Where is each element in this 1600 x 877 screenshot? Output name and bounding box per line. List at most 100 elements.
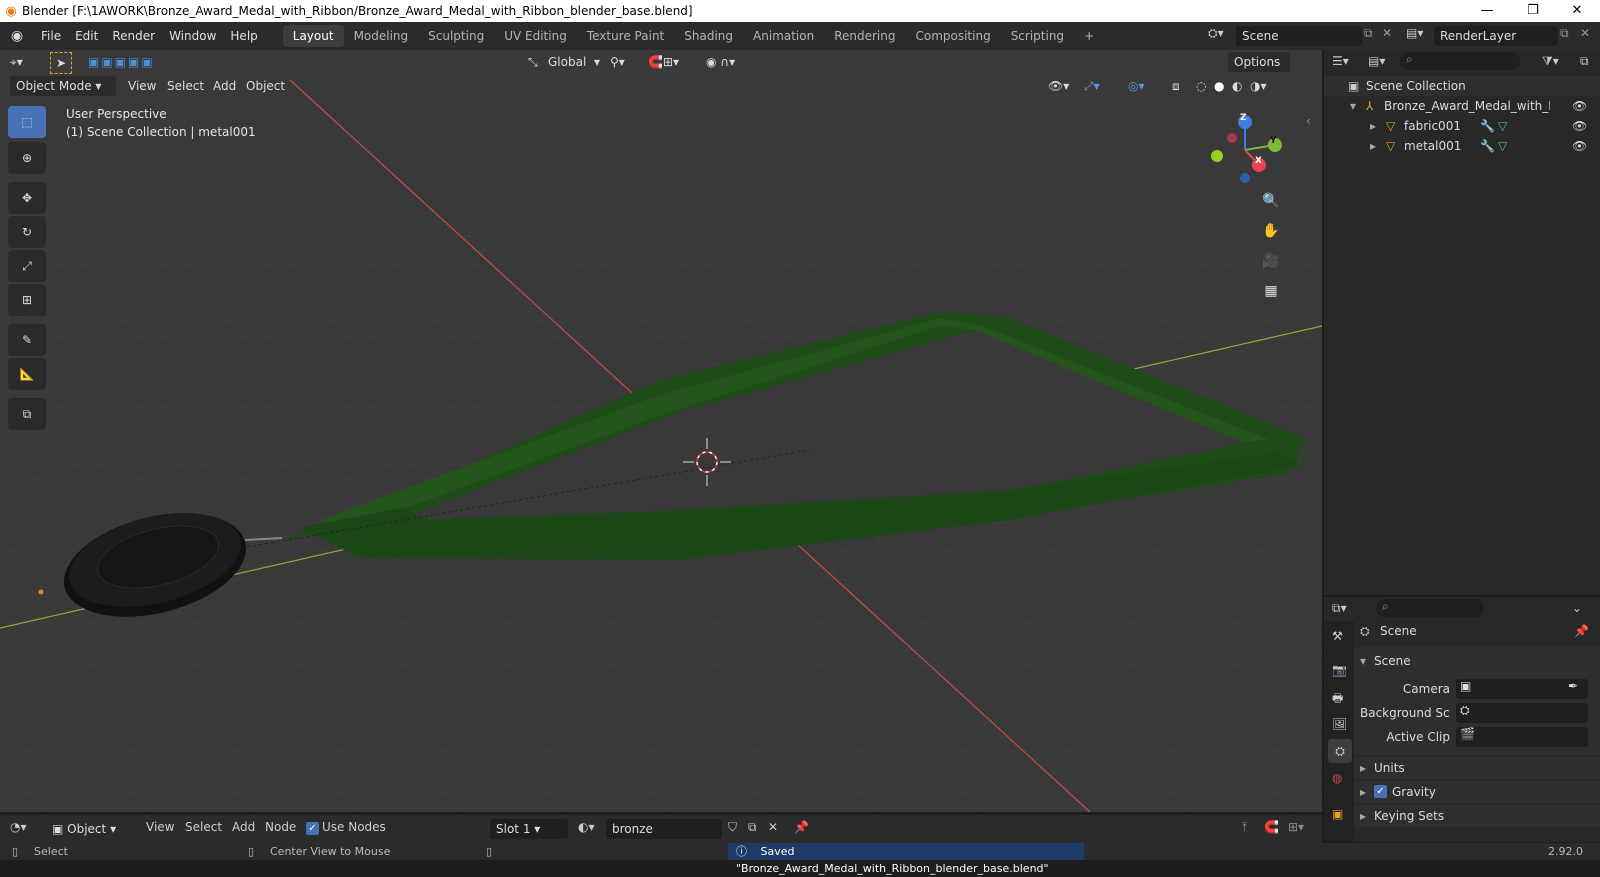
rendered-shading-icon[interactable]: ◑▾ xyxy=(1250,76,1267,96)
tab-texture-paint[interactable]: Texture Paint xyxy=(577,25,674,47)
snap-grid-icon[interactable]: ⊞▾ xyxy=(1288,820,1304,834)
gravity-panel[interactable]: ▸ ✓ Gravity xyxy=(1354,781,1600,803)
annotate-tool[interactable]: ✎ xyxy=(8,324,46,356)
gizmo-toggle-icon[interactable]: ⤢▾ xyxy=(1084,76,1100,96)
add-cube-tool[interactable]: ⧉ xyxy=(8,398,46,430)
select-box-tool[interactable]: ⬚ xyxy=(8,106,46,138)
pan-hand-icon[interactable]: ✋ xyxy=(1258,218,1284,244)
collapse-icon[interactable]: ▾ xyxy=(1350,96,1356,116)
move-tool[interactable]: ✥ xyxy=(8,182,46,214)
material-name-field[interactable]: bronze xyxy=(606,819,722,839)
menu-file[interactable]: File xyxy=(34,22,68,50)
shader-editor-type-icon[interactable]: ◔▾ xyxy=(10,820,27,834)
shader-type-dropdown[interactable]: ▣ Object ▾ xyxy=(46,819,132,839)
filter-icon[interactable]: ⧩▾ xyxy=(1542,54,1559,69)
pin-icon[interactable]: 📌 xyxy=(794,820,809,834)
tab-compositing[interactable]: Compositing xyxy=(905,25,1000,47)
slot-dropdown[interactable]: Slot 1 ▾ xyxy=(490,819,568,839)
rotate-tool[interactable]: ↻ xyxy=(8,216,46,248)
outliner-editor-icon[interactable]: ☰▾ xyxy=(1332,54,1349,68)
render-tab-icon[interactable]: 📷 xyxy=(1332,663,1347,677)
eye-icon[interactable]: 👁 xyxy=(1572,136,1587,156)
mesh-data-icon[interactable]: ▽ xyxy=(1498,116,1507,136)
shader-menu-add[interactable]: Add xyxy=(232,820,255,834)
menu-edit[interactable]: Edit xyxy=(68,22,105,50)
tab-modeling[interactable]: Modeling xyxy=(344,25,419,47)
display-mode-icon[interactable]: ▤▾ xyxy=(1368,54,1385,68)
output-tab-icon[interactable]: 🖶 xyxy=(1332,689,1343,710)
render-layer-selector[interactable]: RenderLayer xyxy=(1434,26,1558,46)
snap-icon[interactable]: 🧲⊞▾ xyxy=(648,52,679,72)
delete-scene-icon[interactable]: ✕ xyxy=(1382,26,1392,40)
properties-search[interactable]: ⌕ xyxy=(1376,599,1484,617)
world-tab-icon[interactable]: ◍ xyxy=(1332,771,1342,785)
tab-sculpting[interactable]: Sculpting xyxy=(418,25,494,47)
selection-mode-icons[interactable]: ▣▣▣▣▣ xyxy=(88,52,155,72)
units-panel[interactable]: ▸ Units xyxy=(1354,757,1600,779)
shader-menu-node[interactable]: Node xyxy=(265,820,296,834)
eye-icon[interactable]: 👁 xyxy=(1572,116,1587,136)
pin-icon[interactable]: 📌 xyxy=(1574,621,1589,641)
proportional-edit-icon[interactable]: ◉ ∩▾ xyxy=(706,52,735,72)
new-collection-icon[interactable]: ⧉ xyxy=(1580,54,1589,69)
eye-icon[interactable]: 👁 xyxy=(1572,96,1587,116)
menu-help[interactable]: Help xyxy=(223,22,264,50)
parent-node-icon[interactable]: ⤒ xyxy=(1242,820,1247,835)
tab-rendering[interactable]: Rendering xyxy=(824,25,905,47)
visibility-icon[interactable]: 👁▾ xyxy=(1048,76,1069,96)
gizmo-x-label[interactable]: X xyxy=(1255,156,1262,166)
modifier-icon[interactable]: 🔧 xyxy=(1480,136,1495,156)
tab-shading[interactable]: Shading xyxy=(674,25,743,47)
scene-panel-title[interactable]: Scene xyxy=(1374,651,1411,671)
menu-select[interactable]: Select xyxy=(167,76,204,96)
object-tab-icon[interactable]: ▣ xyxy=(1332,807,1343,821)
camera-view-icon[interactable]: 🎥 xyxy=(1258,248,1284,274)
snap-icon[interactable]: 🧲 xyxy=(1264,820,1279,834)
mode-dropdown[interactable]: Object Mode ▾ xyxy=(10,76,116,96)
scene-selector[interactable]: Scene xyxy=(1236,26,1362,46)
overlay-toggle-icon[interactable]: ◎▾ xyxy=(1128,76,1145,96)
eyedropper-icon[interactable]: ✒ xyxy=(1568,679,1578,693)
gizmo-z-label[interactable]: Z xyxy=(1240,113,1247,123)
tab-uv-editing[interactable]: UV Editing xyxy=(494,25,577,47)
view-layer-tab-icon[interactable]: 🖼 xyxy=(1332,717,1347,731)
sidebar-toggle-icon[interactable]: ‹ xyxy=(1306,114,1311,128)
3d-viewport[interactable]: Z Y X ⌖▾ ➤ ▣▣▣▣▣ ⤡ Global ▾ ⚲▾ 🧲⊞▾ ◉ ∩▾ … xyxy=(0,50,1322,812)
zoom-icon[interactable]: 🔍 xyxy=(1258,188,1284,214)
select-tool-icon[interactable]: ➤ xyxy=(50,52,72,74)
material-browse-icon[interactable]: ◐▾ xyxy=(578,820,595,834)
cursor-tool[interactable]: ⊕ xyxy=(8,142,46,174)
properties-editor-icon[interactable]: ⧉▾ xyxy=(1332,601,1347,616)
scene-icon[interactable]: ⛭▾ xyxy=(1208,26,1224,41)
menu-render[interactable]: Render xyxy=(105,22,162,50)
xray-icon[interactable]: ⧈ xyxy=(1172,76,1180,96)
outliner-row-scene-collection[interactable]: ▣ Scene Collection xyxy=(1324,76,1600,96)
restore-icon[interactable]: ❐ xyxy=(1510,0,1556,22)
tab-animation[interactable]: Animation xyxy=(743,25,824,47)
menu-object[interactable]: Object xyxy=(246,76,285,96)
editor-type-icon[interactable]: ⌖▾ xyxy=(10,52,23,72)
ortho-grid-icon[interactable]: ▦ xyxy=(1258,278,1284,304)
expand-icon[interactable]: ▸ xyxy=(1370,136,1376,156)
blender-menu-icon[interactable]: ◉ xyxy=(0,28,34,44)
duplicate-material-icon[interactable]: ⧉ xyxy=(748,820,757,835)
minimize-icon[interactable]: — xyxy=(1464,0,1510,22)
solid-shading-icon[interactable]: ● xyxy=(1214,76,1224,96)
transform-tool[interactable]: ⊞ xyxy=(8,284,46,316)
pivot-icon[interactable]: ⚲▾ xyxy=(610,52,625,72)
shader-menu-view[interactable]: View xyxy=(146,820,174,834)
menu-view[interactable]: View xyxy=(128,76,156,96)
wireframe-shading-icon[interactable]: ◌ xyxy=(1196,76,1206,96)
options-dropdown[interactable]: Options xyxy=(1228,52,1290,72)
new-scene-icon[interactable]: ⧉ xyxy=(1364,26,1373,41)
chevron-down-icon[interactable]: ⌄ xyxy=(1572,601,1582,615)
tab-layout[interactable]: Layout xyxy=(282,25,344,47)
fake-user-icon[interactable]: ⛉ xyxy=(728,820,737,835)
add-workspace-icon[interactable]: + xyxy=(1074,25,1104,47)
outliner-row-metal[interactable]: ▸ ▽ metal001 🔧 ▽ 👁 xyxy=(1324,136,1600,156)
background-scene-field[interactable]: ⛭ xyxy=(1456,703,1588,723)
view-layer-icon[interactable]: ▤▾ xyxy=(1406,26,1423,40)
keying-sets-panel[interactable]: ▸ Keying Sets xyxy=(1354,805,1600,827)
use-nodes-checkbox[interactable]: ✓ xyxy=(306,822,319,835)
new-layer-icon[interactable]: ⧉ xyxy=(1560,26,1569,41)
